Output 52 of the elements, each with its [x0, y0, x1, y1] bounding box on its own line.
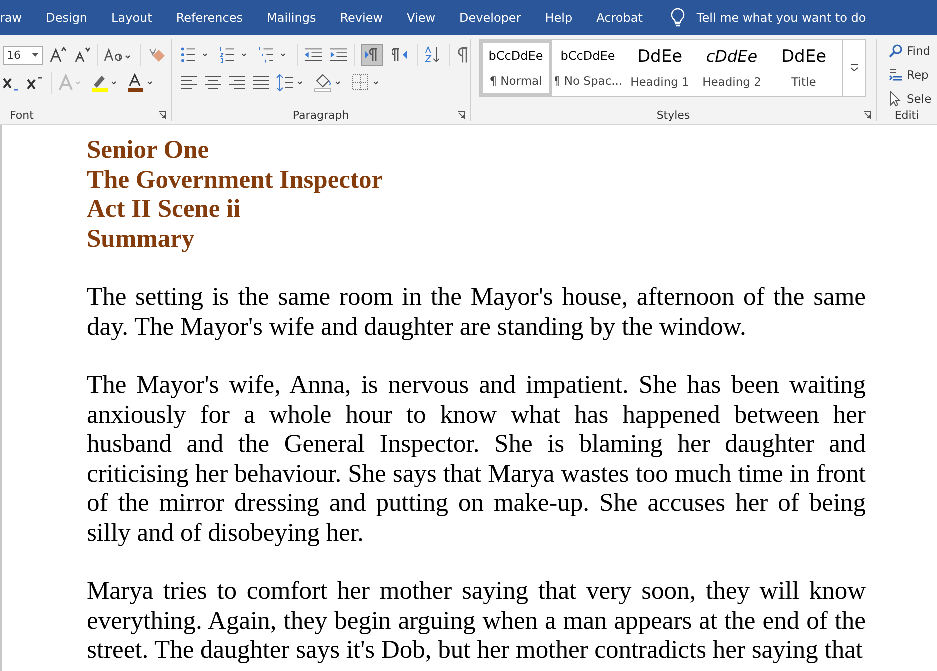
- eraser-icon[interactable]: [147, 46, 167, 64]
- ribbon-tab[interactable]: Review: [328, 10, 396, 24]
- document-paragraph: Marya tries to comfort her mother saying that very soon, they will know everything. Again, they begin arguing when a man appears at the end of the street. The daughter says it's Dob, but her mother contradicts her saying that: [87, 576, 866, 664]
- replace-icon: [889, 67, 903, 83]
- cursor-icon: [889, 91, 903, 107]
- ribbon-tab[interactable]: References: [164, 10, 256, 24]
- document-heading: The Government Inspector: [87, 164, 384, 194]
- ribbon-tab[interactable]: Layout: [100, 10, 164, 24]
- left-to-right-button[interactable]: [361, 44, 384, 66]
- document-heading: Summary: [87, 224, 196, 253]
- style-item[interactable]: bCcDdEe ¶ Normal: [480, 40, 552, 96]
- group-label: Styles: [656, 109, 690, 122]
- dialog-launcher-icon[interactable]: [158, 111, 167, 120]
- editing-command[interactable]: Find: [889, 41, 937, 61]
- caret-icon: [32, 53, 39, 57]
- align-right-icon[interactable]: [228, 76, 246, 90]
- ribbon-tab[interactable]: raw: [0, 10, 34, 24]
- ribbon-tab[interactable]: View: [395, 10, 448, 24]
- tell-me-search-field[interactable]: Tell me what you want to do: [696, 10, 866, 24]
- increase-indent-icon[interactable]: [328, 47, 348, 63]
- style-item[interactable]: DdEe Heading 1: [624, 40, 696, 96]
- style-item[interactable]: DdEe Title: [768, 40, 840, 96]
- pilcrow-icon[interactable]: [456, 46, 470, 64]
- ribbon-tab[interactable]: Design: [34, 10, 100, 24]
- ribbon-tab[interactable]: Help: [533, 10, 585, 24]
- editing-command[interactable]: Sele: [889, 89, 937, 109]
- dialog-launcher-icon[interactable]: [863, 111, 872, 120]
- style-item[interactable]: cDdEe Heading 2: [696, 40, 768, 96]
- justify-icon[interactable]: [252, 76, 270, 90]
- superscript-icon[interactable]: [27, 75, 45, 91]
- shrink-font-icon[interactable]: [73, 46, 91, 64]
- lightbulb-icon: [670, 8, 685, 28]
- document-paragraph: The setting is the same room in the Mayor's house, afternoon of the same day. The Mayor's wife and daughter are standing by the window.: [87, 282, 866, 341]
- search-icon: [889, 44, 903, 58]
- center-icon[interactable]: [204, 76, 222, 90]
- decrease-indent-icon[interactable]: [304, 47, 323, 63]
- document-heading: Act II Scene ii: [87, 194, 242, 224]
- caret-icon: [850, 64, 858, 72]
- align-left-icon[interactable]: [180, 76, 198, 90]
- group-label: Font: [10, 109, 34, 122]
- grow-font-icon[interactable]: [49, 46, 67, 64]
- group-label: Editi: [894, 109, 920, 122]
- dialog-launcher-icon[interactable]: [457, 111, 466, 120]
- editing-command[interactable]: Rep: [889, 65, 937, 85]
- ribbon-tab[interactable]: Developer: [448, 10, 534, 24]
- document-heading: Senior One: [87, 135, 210, 164]
- ribbon-tab[interactable]: Acrobat: [584, 10, 655, 24]
- ribbon-tab[interactable]: Mailings: [255, 10, 328, 24]
- group-label: Paragraph: [292, 109, 350, 122]
- font-size-dropdown[interactable]: 16: [3, 46, 43, 64]
- document-paragraph: The Mayor's wife, Anna, is nervous and impatient. She has been waiting anxiously for a whole hour to know what has happened between her husband and the General Inspector. She is blaming her daughter and criticising her behaviour. She says that Marya wastes too much time in front of the mirror dressing and putting on make-up. She accuses her of being silly and of disobeying her.: [87, 370, 866, 547]
- right-to-left-icon: [392, 48, 408, 62]
